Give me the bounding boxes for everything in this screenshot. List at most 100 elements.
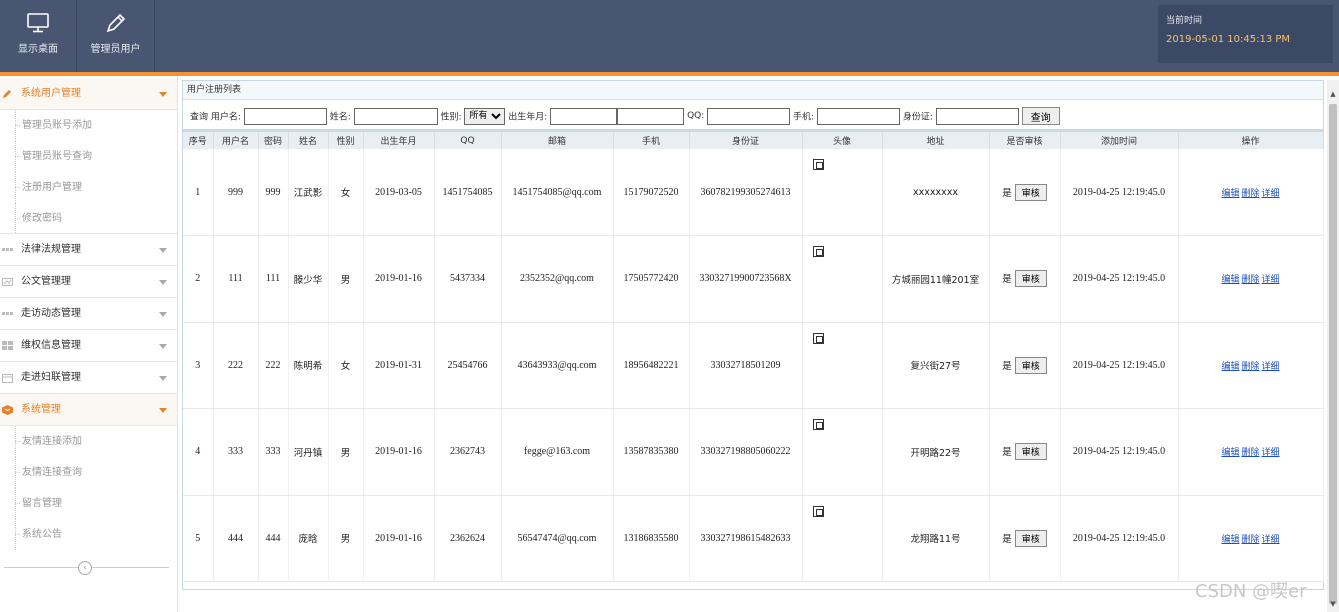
cell-audit: 是审核 bbox=[989, 149, 1061, 236]
chevron-down-icon bbox=[159, 312, 167, 317]
cell-name: 滕少华 bbox=[288, 235, 329, 323]
qq-input[interactable] bbox=[707, 107, 791, 125]
cell-audit: 是审核 bbox=[989, 235, 1061, 323]
cell-avatar bbox=[802, 149, 883, 236]
birth-end-input[interactable] bbox=[617, 107, 685, 125]
sidebar-item-registered-users[interactable]: 注册用户管理 bbox=[0, 172, 177, 203]
edit-link[interactable]: 编辑 bbox=[1221, 448, 1239, 458]
cell-password: 999 bbox=[258, 149, 289, 236]
sidebar-item-link-add[interactable]: 友情连接添加 bbox=[0, 426, 177, 457]
cell-address: xxxxxxxx bbox=[882, 149, 990, 236]
sidebar-item-messages[interactable]: 留言管理 bbox=[0, 488, 177, 519]
pencil-icon bbox=[3, 90, 11, 98]
menu-system-users[interactable]: 系统用户管理 bbox=[0, 78, 177, 110]
sidebar-item-link-query[interactable]: 友情连接查询 bbox=[0, 457, 177, 488]
birth-label: 出生年月: bbox=[508, 112, 548, 123]
sidebar-item-change-password[interactable]: 修改密码 bbox=[0, 203, 177, 234]
audit-button[interactable]: 审核 bbox=[1014, 529, 1047, 547]
delete-link[interactable]: 删除 bbox=[1241, 275, 1259, 285]
top-header: 显示桌面 管理员用户 当前时间 2019-05-01 10:45:13 PM bbox=[0, 0, 1339, 72]
detail-link[interactable]: 详细 bbox=[1262, 275, 1280, 285]
scroll-down-icon[interactable]: ▼ bbox=[1327, 598, 1339, 610]
cell-name: 陈明希 bbox=[288, 322, 329, 409]
delete-link[interactable]: 删除 bbox=[1241, 362, 1259, 372]
sidebar-item-announcements[interactable]: 系统公告 bbox=[0, 519, 177, 550]
menu-system[interactable]: 系统管理 bbox=[0, 394, 177, 426]
phone-input[interactable] bbox=[816, 107, 900, 125]
box-icon bbox=[2, 405, 13, 415]
audit-button[interactable]: 审核 bbox=[1014, 183, 1047, 201]
menu-label: 法律法规管理 bbox=[21, 244, 81, 255]
menu-federation[interactable]: 走进妇联管理 bbox=[0, 362, 177, 394]
delete-link[interactable]: 删除 bbox=[1241, 535, 1259, 545]
cell-address: 复兴街27号 bbox=[882, 322, 990, 409]
edit-link[interactable]: 编辑 bbox=[1221, 189, 1239, 199]
cell-email: 56547474@qq.com bbox=[501, 495, 614, 582]
broken-image-icon bbox=[812, 159, 824, 170]
chevron-down-icon bbox=[159, 344, 167, 349]
birth-start-input[interactable] bbox=[550, 107, 618, 125]
cell-email: fegge@163.com bbox=[501, 408, 614, 496]
name-input[interactable] bbox=[353, 107, 438, 125]
cell-qq: 2362743 bbox=[434, 408, 502, 496]
cell-idcard: 33032719900723568X bbox=[689, 235, 803, 323]
cell-email: 43643933@qq.com bbox=[501, 322, 614, 409]
column-header: 手机 bbox=[613, 132, 690, 149]
column-header: 身份证 bbox=[689, 132, 803, 149]
detail-link[interactable]: 详细 bbox=[1262, 189, 1280, 199]
cell-password: 333 bbox=[258, 408, 289, 496]
delete-link[interactable]: 删除 bbox=[1241, 189, 1259, 199]
cell-added-time: 2019-04-25 12:19:45.0 bbox=[1060, 495, 1179, 582]
menu-label: 走访动态管理 bbox=[21, 308, 81, 319]
delete-link[interactable]: 删除 bbox=[1241, 448, 1259, 458]
cell-avatar bbox=[802, 235, 883, 323]
monitor-icon bbox=[27, 13, 49, 33]
audit-button[interactable]: 审核 bbox=[1014, 443, 1047, 461]
detail-link[interactable]: 详细 bbox=[1262, 362, 1280, 372]
menu-label: 走进妇联管理 bbox=[21, 372, 81, 383]
scroll-up-icon[interactable]: ▲ bbox=[1327, 88, 1339, 100]
scroll-thumb[interactable] bbox=[1329, 104, 1337, 604]
search-button[interactable]: 查询 bbox=[1021, 107, 1060, 125]
cell-operations: 编辑 删除 详细 bbox=[1178, 495, 1324, 582]
phone-label: 手机: bbox=[793, 112, 815, 123]
gender-select[interactable]: 所有 bbox=[464, 107, 506, 125]
current-time-box: 当前时间 2019-05-01 10:45:13 PM bbox=[1158, 5, 1333, 63]
edit-link[interactable]: 编辑 bbox=[1221, 362, 1239, 372]
username-input[interactable] bbox=[243, 107, 327, 125]
collapse-sidebar-button[interactable]: ‹ bbox=[78, 561, 92, 575]
cell-password: 222 bbox=[258, 322, 289, 409]
admin-user-button[interactable]: 管理员用户 bbox=[77, 0, 155, 72]
cell-email: 2352352@qq.com bbox=[501, 235, 614, 323]
cell-audit: 是审核 bbox=[989, 322, 1061, 409]
menu-rights[interactable]: 维权信息管理 bbox=[0, 330, 177, 362]
cell-email: 1451754085@qq.com bbox=[501, 149, 614, 236]
edit-link[interactable]: 编辑 bbox=[1221, 275, 1239, 285]
sidebar-item-admin-query[interactable]: 管理员账号查询 bbox=[0, 141, 177, 172]
edit-link[interactable]: 编辑 bbox=[1221, 535, 1239, 545]
sidebar: 系统用户管理 管理员账号添加 管理员账号查询 注册用户管理 修改密码 法律法规管… bbox=[0, 76, 178, 612]
menu-visits[interactable]: 走访动态管理 bbox=[0, 298, 177, 330]
current-time-label: 当前时间 bbox=[1166, 16, 1203, 26]
query-label: 查询 bbox=[190, 112, 209, 123]
cell-avatar bbox=[802, 408, 883, 496]
vertical-scrollbar[interactable]: ▲ ▼ bbox=[1327, 80, 1339, 612]
audit-button[interactable]: 审核 bbox=[1014, 270, 1047, 288]
cell-phone: 17505772420 bbox=[613, 235, 690, 323]
menu-documents[interactable]: 公文管理理 bbox=[0, 266, 177, 298]
table-row: 2 111 111 滕少华男 2019-01-16 5437334 2352352@qq.c… bbox=[183, 235, 1324, 323]
table-row: 4 333 333 河丹镇男 2019-01-16 2362743 fegge@163.co… bbox=[183, 408, 1324, 496]
column-header: 操作 bbox=[1178, 132, 1324, 149]
table-row: 5 444 444 庞晗男 2019-01-16 2362624 56547474@qq.c… bbox=[183, 495, 1324, 582]
detail-link[interactable]: 详细 bbox=[1262, 448, 1280, 458]
audit-button[interactable]: 审核 bbox=[1014, 356, 1047, 374]
show-desktop-button[interactable]: 显示桌面 bbox=[0, 0, 77, 72]
menu-laws[interactable]: 法律法规管理 bbox=[0, 234, 177, 266]
sidebar-item-admin-add[interactable]: 管理员账号添加 bbox=[0, 110, 177, 141]
cell-audit: 是审核 bbox=[989, 408, 1061, 496]
cell-audit: 是审核 bbox=[989, 495, 1061, 582]
cell-birth: 2019-01-31 bbox=[363, 322, 435, 409]
detail-link[interactable]: 详细 bbox=[1262, 535, 1280, 545]
id-input[interactable] bbox=[935, 107, 1019, 125]
cell-password: 111 bbox=[258, 235, 289, 323]
